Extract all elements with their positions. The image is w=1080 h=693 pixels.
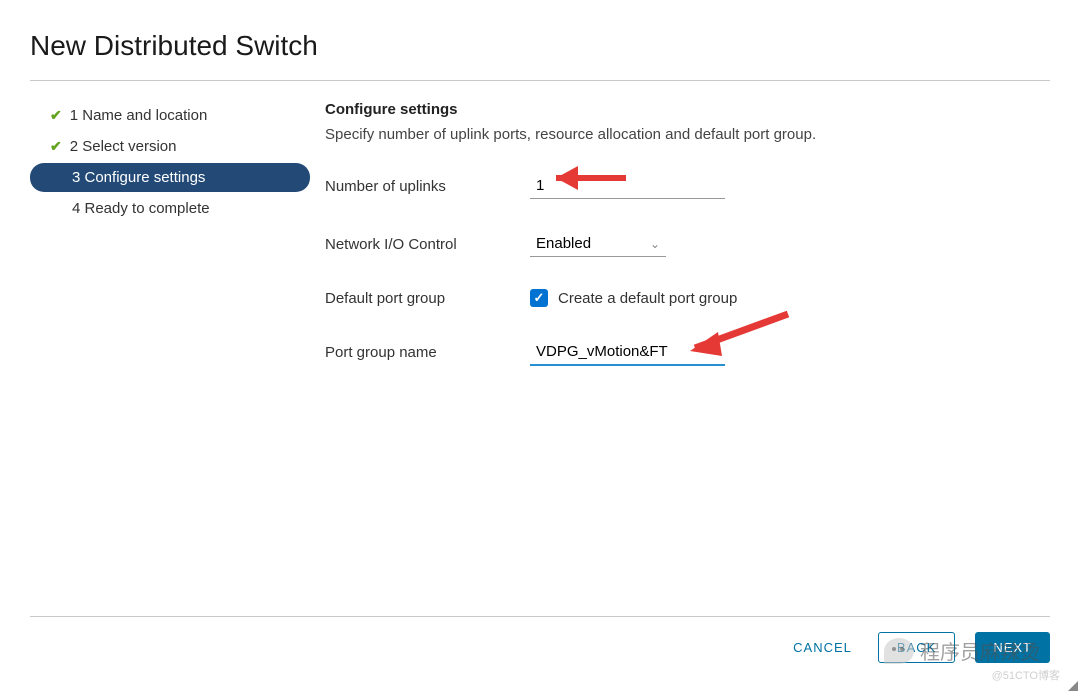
- check-icon: ✔: [50, 138, 62, 155]
- wizard-steps: ✔ 1 Name and location ✔ 2 Select version…: [30, 101, 310, 398]
- step-label: 1 Name and location: [70, 107, 208, 124]
- default-pg-checkbox-label: Create a default port group: [558, 290, 737, 307]
- row-default-port-group: Default port group ✓ Create a default po…: [325, 289, 1050, 307]
- nioc-select[interactable]: Enabled ⌄: [530, 231, 666, 257]
- cancel-button[interactable]: CANCEL: [787, 632, 858, 663]
- step-ready-complete[interactable]: 4 Ready to complete: [30, 194, 310, 223]
- step-label: 4 Ready to complete: [72, 200, 210, 217]
- divider: [30, 80, 1050, 81]
- back-button[interactable]: BACK: [878, 632, 955, 663]
- section-description: Specify number of uplink ports, resource…: [325, 126, 1050, 143]
- step-configure-settings[interactable]: 3 Configure settings: [30, 163, 310, 192]
- pg-name-input[interactable]: [530, 339, 725, 366]
- uplinks-input[interactable]: [530, 173, 725, 199]
- row-uplinks: Number of uplinks: [325, 173, 1050, 199]
- nioc-value: Enabled: [536, 235, 591, 252]
- row-nioc: Network I/O Control Enabled ⌄: [325, 231, 1050, 257]
- resize-handle-icon[interactable]: [1068, 681, 1078, 691]
- step-name-location[interactable]: ✔ 1 Name and location: [30, 101, 310, 130]
- dialog-title: New Distributed Switch: [30, 30, 1050, 62]
- chevron-down-icon: ⌄: [650, 237, 660, 251]
- dialog-footer: CANCEL BACK NEXT: [30, 616, 1050, 663]
- nioc-label: Network I/O Control: [325, 236, 530, 253]
- default-pg-checkbox[interactable]: ✓: [530, 289, 548, 307]
- row-port-group-name: Port group name: [325, 339, 1050, 366]
- step-select-version[interactable]: ✔ 2 Select version: [30, 132, 310, 161]
- main-pane: Configure settings Specify number of upl…: [310, 101, 1050, 398]
- step-label: 3 Configure settings: [72, 169, 205, 186]
- next-button[interactable]: NEXT: [975, 632, 1050, 663]
- section-heading: Configure settings: [325, 101, 1050, 118]
- default-pg-label: Default port group: [325, 290, 530, 307]
- step-label: 2 Select version: [70, 138, 177, 155]
- check-icon: ✔: [50, 107, 62, 124]
- uplinks-label: Number of uplinks: [325, 178, 530, 195]
- watermark-bottom: @51CTO博客: [992, 667, 1060, 683]
- pg-name-label: Port group name: [325, 344, 530, 361]
